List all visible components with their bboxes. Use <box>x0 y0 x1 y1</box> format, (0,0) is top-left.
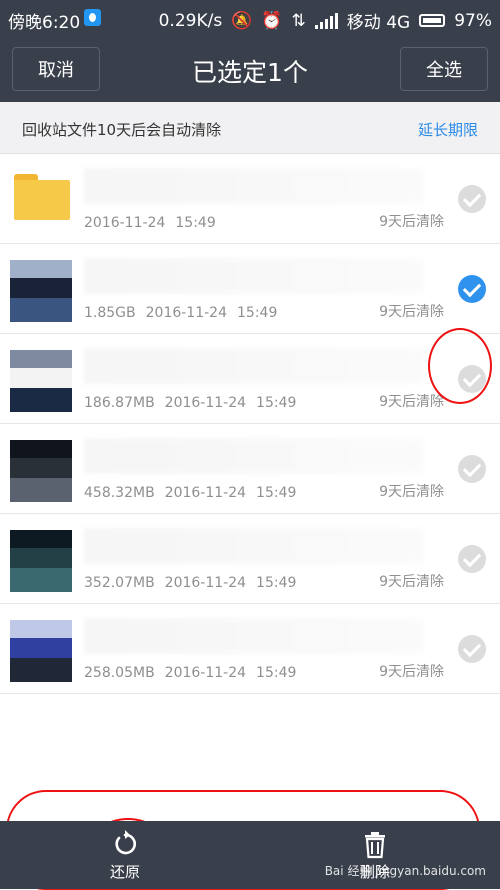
battery-icon <box>419 14 446 27</box>
file-size: 458.32MB <box>84 485 155 501</box>
file-meta: 186.87MB 2016-11-24 15:49 <box>84 395 306 411</box>
file-expiry: 9天后清除 <box>379 304 444 320</box>
unchecked-checkbox-icon[interactable] <box>458 454 486 483</box>
file-row[interactable]: 186.87MB 2016-11-24 15:49 9天后清除 <box>0 334 500 424</box>
status-bar: 傍晚6:20 0.29K/s 🔕 ⏰ ⇅ 移动 4G 97% <box>0 0 500 36</box>
file-meta: 2016-11-24 15:49 <box>84 215 226 231</box>
file-row[interactable]: 458.32MB 2016-11-24 15:49 9天后清除 <box>0 424 500 514</box>
file-meta: 1.85GB 2016-11-24 15:49 <box>84 305 287 321</box>
file-date: 2016-11-24 <box>164 665 247 681</box>
file-name-blurred <box>84 348 424 384</box>
watermark: Bai 经验 jingyan.baidu.com <box>324 864 486 878</box>
unchecked-checkbox-icon[interactable] <box>458 364 486 393</box>
file-date: 2016-11-24 <box>164 485 247 501</box>
video-thumbnail <box>10 350 72 412</box>
restore-label: 还原 <box>109 863 140 881</box>
carrier-label: 移动 4G <box>346 13 411 33</box>
app-notification-icon <box>84 9 101 26</box>
file-size: 352.07MB <box>84 575 155 591</box>
alarm-icon: ⏰ <box>261 10 283 31</box>
file-date: 2016-11-24 <box>164 395 247 411</box>
bottom-toolbar: 还原 删除 Bai 经验 jingyan.baidu.com <box>0 821 500 889</box>
trash-icon <box>365 832 385 859</box>
file-name-blurred <box>84 528 424 564</box>
file-time: 15:49 <box>256 665 297 681</box>
recycle-notice: 回收站文件10天后会自动清除 延长期限 <box>0 102 500 154</box>
file-expiry: 9天后清除 <box>379 574 444 590</box>
file-list: 2016-11-24 15:49 9天后清除 1.85GB 2016-11-24 15:4… <box>0 154 500 694</box>
unchecked-checkbox-icon[interactable] <box>458 184 486 213</box>
file-size: 1.85GB <box>84 305 136 321</box>
file-time: 15:49 <box>256 485 297 501</box>
file-expiry: 9天后清除 <box>379 664 444 680</box>
file-expiry: 9天后清除 <box>379 484 444 500</box>
folder-icon <box>10 170 72 232</box>
file-name-blurred <box>84 438 424 474</box>
unchecked-checkbox-icon[interactable] <box>458 634 486 663</box>
selection-header: 取消 已选定1个 全选 <box>0 36 500 102</box>
file-meta: 458.32MB 2016-11-24 15:49 <box>84 485 306 501</box>
file-size: 258.05MB <box>84 665 155 681</box>
file-date: 2016-11-24 <box>164 575 247 591</box>
file-row[interactable]: 2016-11-24 15:49 9天后清除 <box>0 154 500 244</box>
file-expiry: 9天后清除 <box>379 394 444 410</box>
video-thumbnail <box>10 620 72 682</box>
checked-checkbox-icon[interactable] <box>458 274 486 303</box>
file-row[interactable]: 258.05MB 2016-11-24 15:49 9天后清除 <box>0 604 500 694</box>
file-time: 15:49 <box>256 575 297 591</box>
file-expiry: 9天后清除 <box>379 214 444 230</box>
file-name-blurred <box>84 168 424 204</box>
file-meta: 352.07MB 2016-11-24 15:49 <box>84 575 306 591</box>
data-transfer-icon: ⇅ <box>291 10 306 31</box>
video-thumbnail <box>10 530 72 592</box>
file-name-blurred <box>84 258 424 294</box>
battery-percent: 97% <box>454 10 492 31</box>
mute-icon: 🔕 <box>231 10 253 31</box>
status-indicators: 0.29K/s 🔕 ⏰ ⇅ 移动 4G 97% <box>158 8 492 34</box>
network-speed: 0.29K/s <box>158 10 223 31</box>
file-meta: 258.05MB 2016-11-24 15:49 <box>84 665 306 681</box>
notice-message: 回收站文件10天后会自动清除 <box>22 121 222 139</box>
signal-icon <box>314 12 338 29</box>
file-name-blurred <box>84 618 424 654</box>
file-row[interactable]: 1.85GB 2016-11-24 15:49 9天后清除 <box>0 244 500 334</box>
extend-period-link[interactable]: 延长期限 <box>418 119 478 140</box>
file-time: 15:49 <box>256 395 297 411</box>
file-size: 186.87MB <box>84 395 155 411</box>
unchecked-checkbox-icon[interactable] <box>458 544 486 573</box>
video-thumbnail <box>10 260 72 322</box>
select-all-button[interactable]: 全选 <box>400 47 488 91</box>
file-time: 15:49 <box>175 215 216 231</box>
file-row[interactable]: 352.07MB 2016-11-24 15:49 9天后清除 <box>0 514 500 604</box>
restore-button[interactable]: 还原 <box>65 821 185 889</box>
file-time: 15:49 <box>237 305 278 321</box>
status-time: 傍晚6:20 <box>8 13 81 33</box>
file-date: 2016-11-24 <box>84 215 166 231</box>
video-thumbnail <box>10 440 72 502</box>
file-date: 2016-11-24 <box>145 305 227 321</box>
restore-icon <box>115 830 137 855</box>
